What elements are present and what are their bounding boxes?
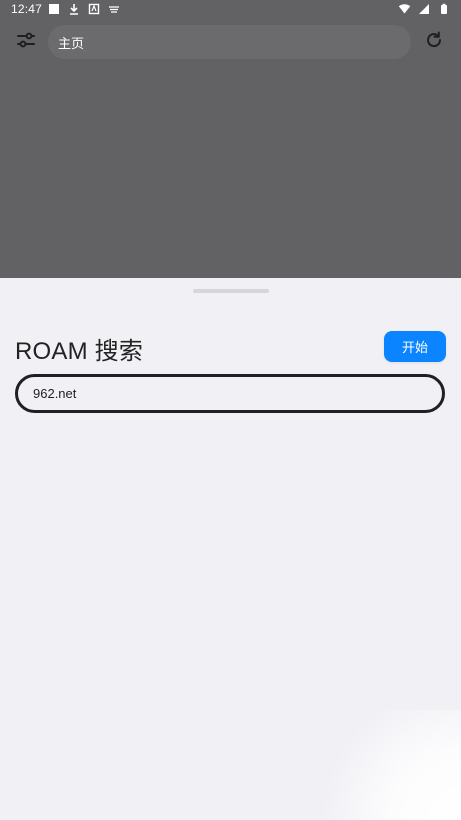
address-bar[interactable]: 主页 [48, 25, 411, 59]
status-time: 12:47 [11, 2, 43, 16]
battery-icon [437, 2, 451, 16]
settings-sliders-button[interactable] [9, 25, 43, 59]
square-notification-icon [47, 2, 61, 16]
signal-icon [417, 2, 431, 16]
status-bar: 12:47 [0, 0, 461, 20]
dimmed-browser-area: 12:47 主页 [0, 0, 461, 278]
sheet-title: ROAM 搜索 [15, 338, 144, 365]
start-button[interactable]: 开始 [384, 331, 446, 362]
download-icon [67, 2, 81, 16]
refresh-icon [424, 30, 444, 54]
settings-sliders-icon [16, 30, 36, 54]
bottom-right-fade [301, 710, 461, 820]
status-right-icons [397, 2, 451, 16]
cast-icon [107, 2, 121, 16]
wifi-icon [397, 2, 411, 16]
search-input[interactable] [33, 386, 423, 401]
browser-toolbar: 主页 [0, 24, 461, 60]
refresh-button[interactable] [417, 25, 451, 59]
search-input-wrapper [15, 374, 445, 413]
sheet-drag-handle[interactable] [193, 289, 269, 293]
roam-search-sheet: ROAM 搜索 开始 [0, 278, 461, 820]
app-notification-icon [87, 2, 101, 16]
status-left-icons [47, 2, 121, 16]
address-text: 主页 [58, 36, 85, 52]
